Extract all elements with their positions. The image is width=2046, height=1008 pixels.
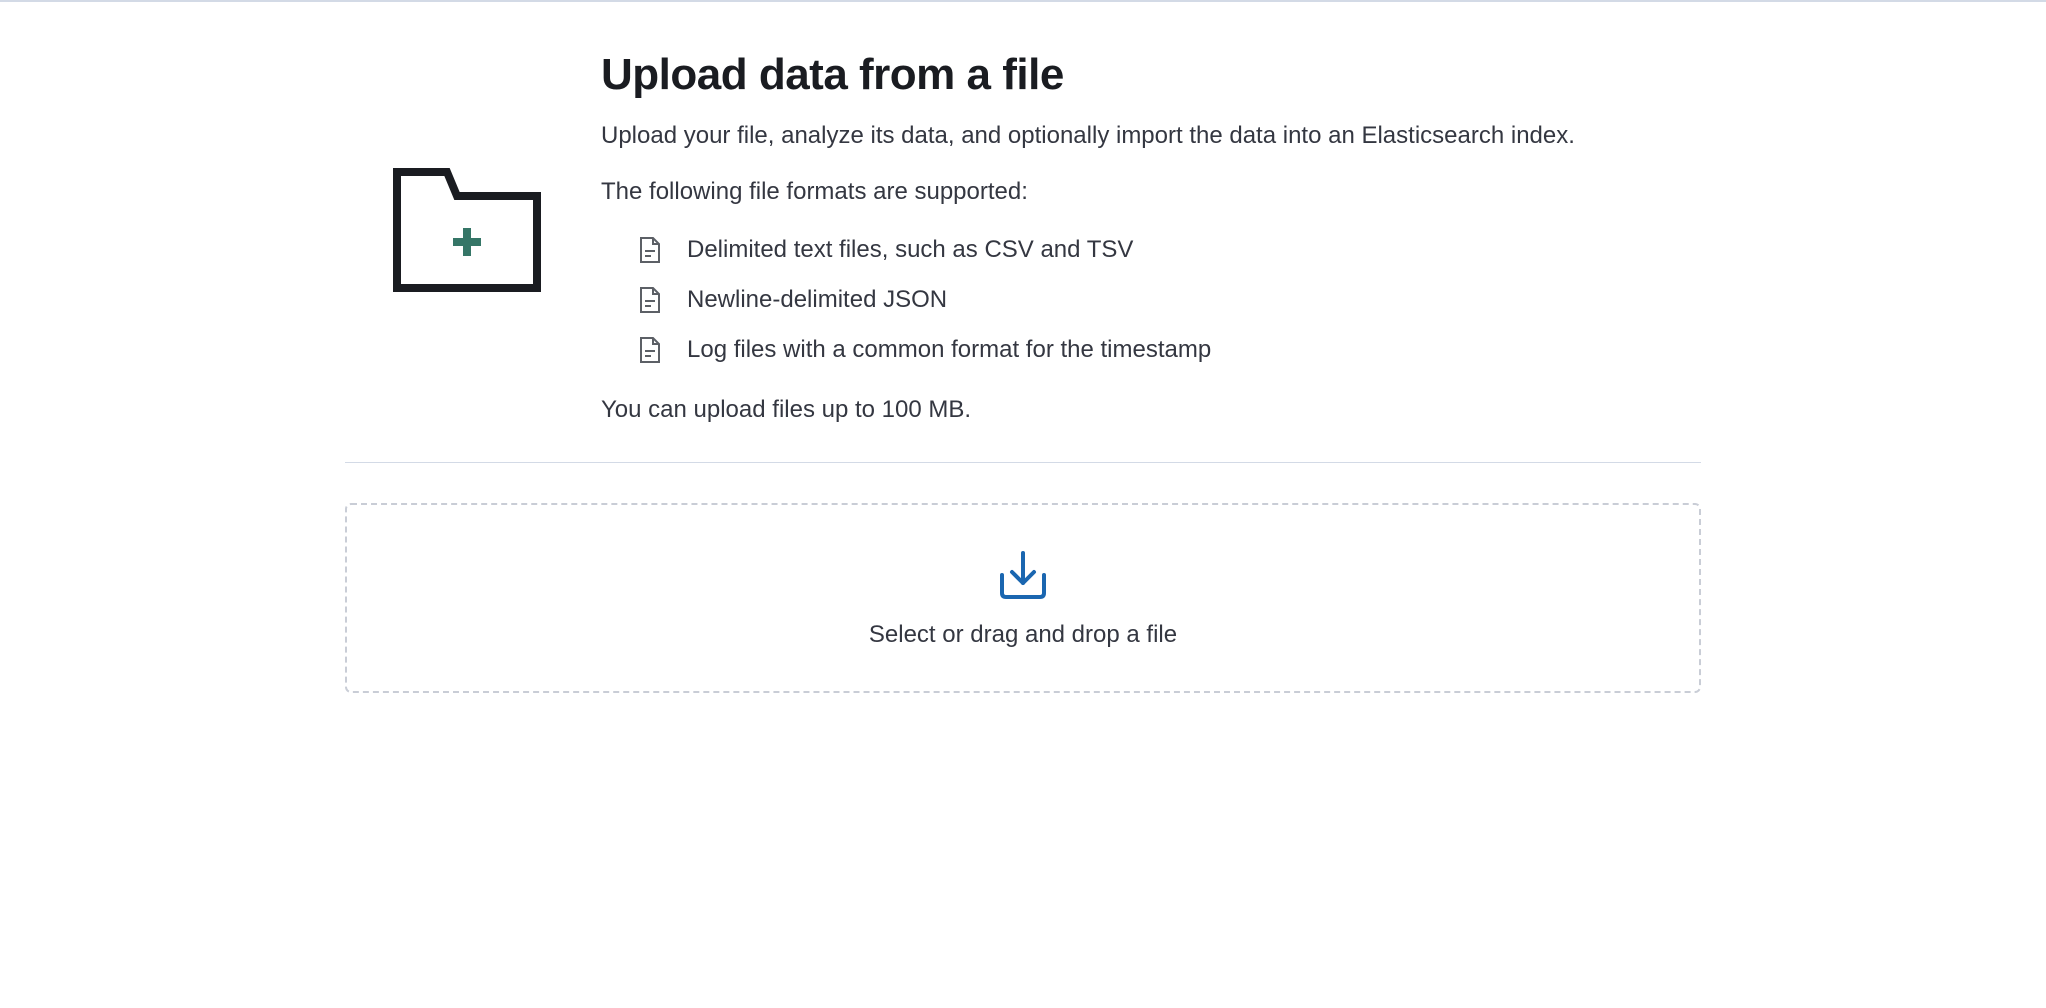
format-item: Log files with a common format for the t… bbox=[601, 336, 1653, 364]
section-divider bbox=[345, 462, 1701, 463]
folder-icon-wrap bbox=[393, 50, 541, 297]
page-title: Upload data from a file bbox=[601, 50, 1653, 100]
file-dropzone[interactable]: Select or drag and drop a file bbox=[345, 503, 1701, 693]
import-icon bbox=[996, 549, 1050, 603]
document-icon bbox=[639, 236, 661, 264]
document-icon bbox=[639, 286, 661, 314]
dropzone-prompt: Select or drag and drop a file bbox=[367, 621, 1679, 649]
page-description: Upload your file, analyze its data, and … bbox=[601, 118, 1653, 154]
header-section: Upload data from a file Upload your file… bbox=[345, 50, 1701, 428]
format-item: Newline-delimited JSON bbox=[601, 286, 1653, 314]
upload-page-container: Upload data from a file Upload your file… bbox=[345, 2, 1701, 733]
header-content: Upload data from a file Upload your file… bbox=[601, 50, 1653, 428]
format-list: Delimited text files, such as CSV and TS… bbox=[601, 236, 1653, 364]
dropzone-wrap: Select or drag and drop a file bbox=[345, 503, 1701, 693]
formats-intro: The following file formats are supported… bbox=[601, 174, 1653, 210]
size-note: You can upload files up to 100 MB. bbox=[601, 392, 1653, 428]
folder-plus-icon bbox=[393, 168, 541, 292]
document-icon bbox=[639, 336, 661, 364]
format-text: Log files with a common format for the t… bbox=[687, 336, 1211, 364]
format-text: Newline-delimited JSON bbox=[687, 286, 947, 314]
format-text: Delimited text files, such as CSV and TS… bbox=[687, 236, 1133, 264]
format-item: Delimited text files, such as CSV and TS… bbox=[601, 236, 1653, 264]
